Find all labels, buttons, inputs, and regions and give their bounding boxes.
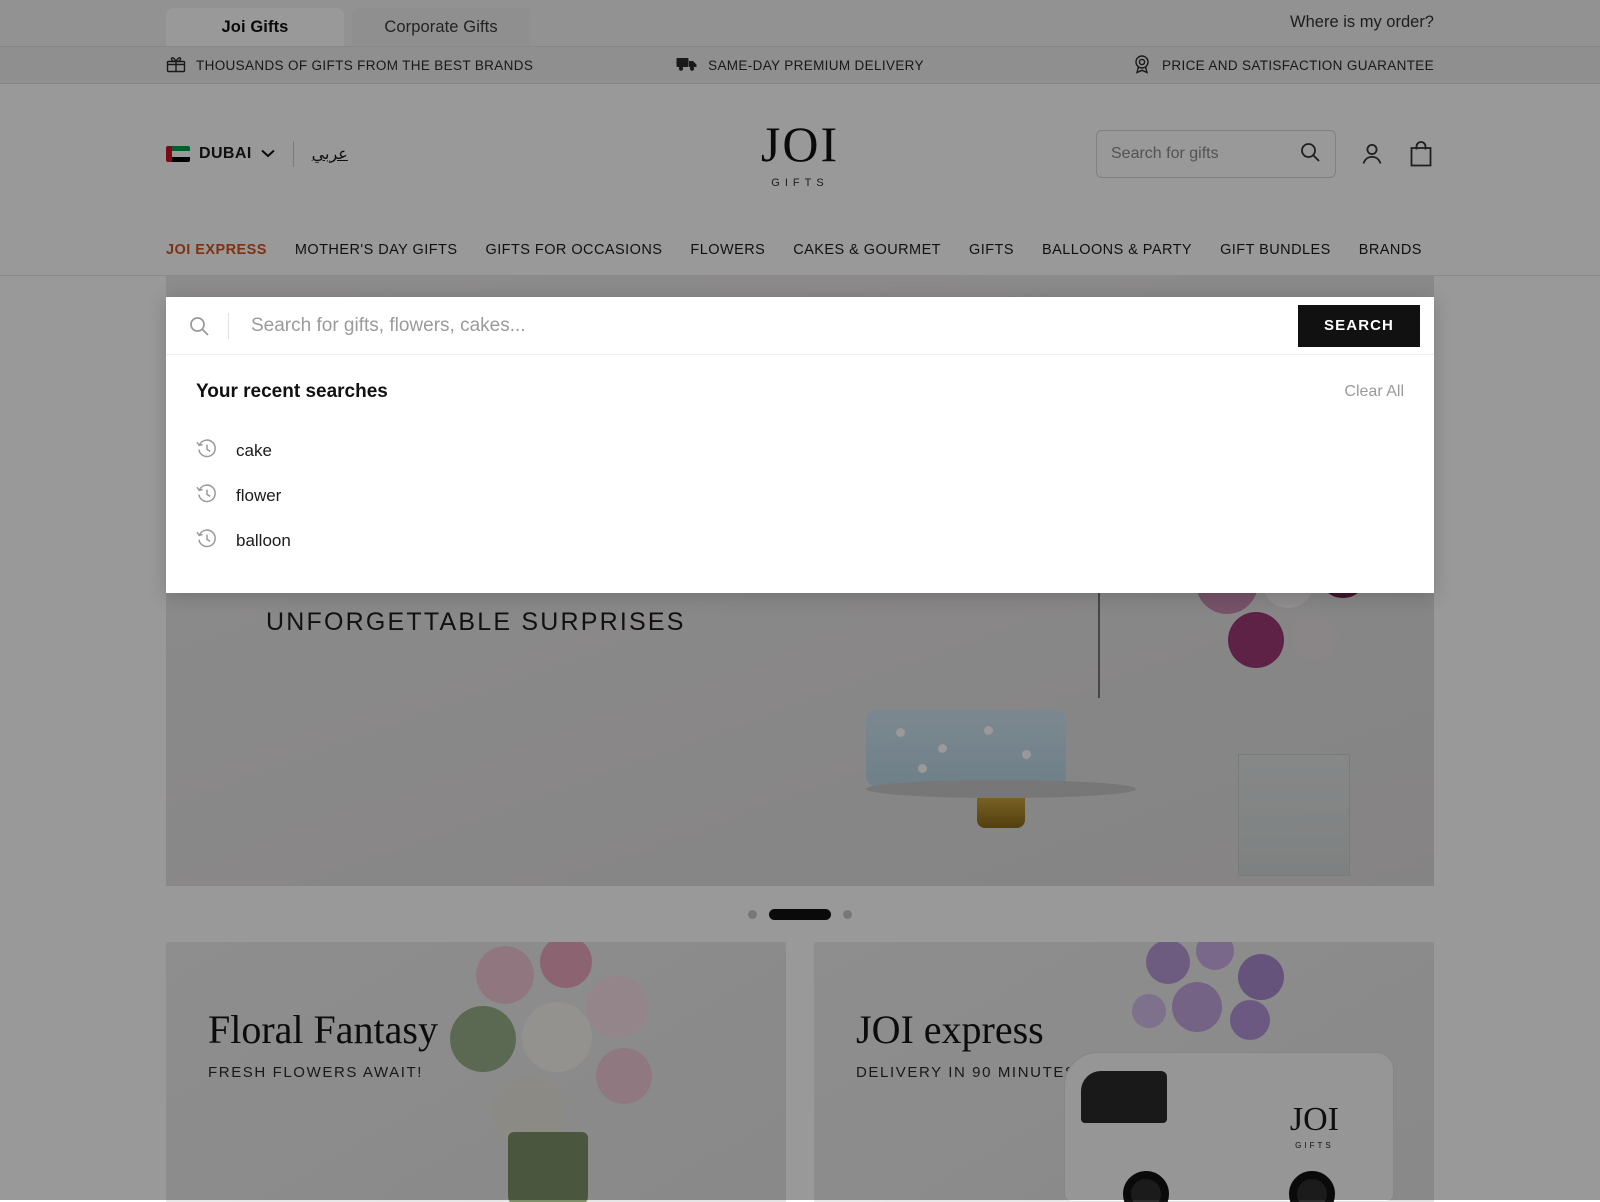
recent-search-item-cake[interactable]: cake: [196, 429, 1404, 473]
clear-all-button[interactable]: Clear All: [1344, 383, 1404, 401]
recent-searches-header: Your recent searches Clear All: [196, 381, 1404, 403]
search-overlay-panel: SEARCH Your recent searches Clear All ca…: [166, 297, 1434, 593]
search-overlay-input-bar: SEARCH: [166, 297, 1434, 355]
recent-search-item-flower[interactable]: flower: [196, 474, 1404, 518]
search-submit-button[interactable]: SEARCH: [1298, 305, 1420, 347]
search-input[interactable]: [251, 315, 1298, 337]
search-icon: [188, 315, 210, 337]
recent-search-label: cake: [236, 441, 272, 461]
recent-search-label: balloon: [236, 531, 291, 551]
history-icon: [196, 438, 218, 465]
recent-searches-title: Your recent searches: [196, 381, 388, 403]
search-overlay-body: Your recent searches Clear All cake: [166, 355, 1434, 593]
history-icon: [196, 483, 218, 510]
history-icon: [196, 528, 218, 555]
recent-search-label: flower: [236, 486, 281, 506]
recent-searches-list: cake flower: [196, 429, 1404, 563]
search-modal-dim-overlay[interactable]: [0, 0, 1600, 1200]
recent-search-item-balloon[interactable]: balloon: [196, 519, 1404, 563]
search-overlay-divider: [228, 313, 229, 339]
